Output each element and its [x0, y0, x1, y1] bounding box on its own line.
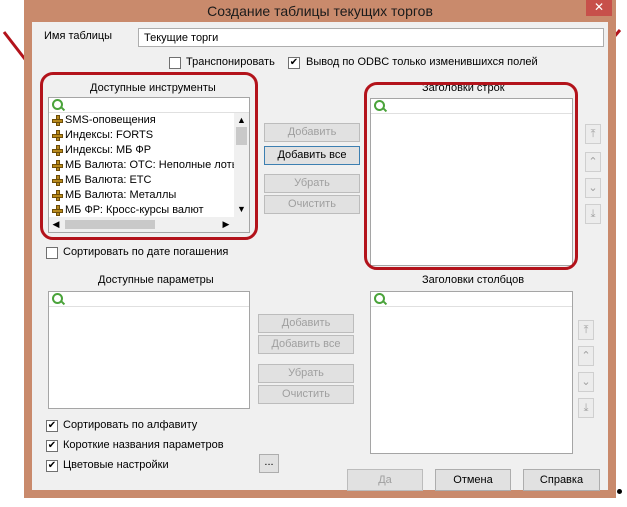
clear-instruments-button[interactable]: Очистить [264, 195, 360, 214]
color-settings-button[interactable]: ... [259, 454, 279, 473]
odbc-label: Вывод по ODBC только изменившихся полей [306, 56, 538, 68]
column-headers-search[interactable] [371, 292, 572, 307]
add-instrument-button[interactable]: Добавить [264, 123, 360, 142]
transpose-checkbox[interactable] [169, 57, 181, 69]
clear-parameters-button[interactable]: Очистить [258, 385, 354, 404]
bullet-dot [617, 489, 622, 494]
cancel-button[interactable]: Отмена [435, 469, 511, 491]
move-row-down-button[interactable]: ⌄ [585, 178, 601, 198]
remove-instrument-button[interactable]: Убрать [264, 174, 360, 193]
odbc-checkbox[interactable]: ✔ [288, 57, 300, 69]
sort-alpha-label: Сортировать по алфавиту [63, 419, 198, 431]
add-parameter-button[interactable]: Добавить [258, 314, 354, 333]
table-name-value: Текущие торги [144, 32, 219, 44]
add-all-parameters-button[interactable]: Добавить все [258, 335, 354, 354]
parameters-search[interactable] [49, 292, 249, 307]
add-all-instruments-button[interactable]: Добавить все [264, 146, 360, 165]
window-title: Создание таблицы текущих торгов [207, 3, 433, 19]
table-name-input[interactable]: Текущие торги [138, 28, 604, 47]
sort-alpha-checkbox[interactable]: ✔ [46, 420, 58, 432]
dialog-client-area: Имя таблицы Текущие торги Транспонироват… [32, 22, 608, 491]
move-row-up-button[interactable]: ⌃ [585, 152, 601, 172]
search-icon [52, 293, 63, 304]
sort-by-maturity-checkbox[interactable] [46, 247, 58, 259]
ok-button[interactable]: Да [347, 469, 423, 491]
move-column-down-button[interactable]: ⌄ [578, 372, 594, 392]
color-settings-label: Цветовые настройки [63, 459, 169, 471]
move-column-bottom-button[interactable]: ⤓ [578, 398, 594, 418]
move-row-top-button[interactable]: ⤒ [585, 124, 601, 144]
dialog-window: Создание таблицы текущих торгов ✕ Имя та… [24, 0, 616, 498]
remove-parameter-button[interactable]: Убрать [258, 364, 354, 383]
row-headers-highlight-frame [364, 82, 578, 270]
color-settings-checkbox[interactable]: ✔ [46, 460, 58, 472]
sort-by-maturity-label: Сортировать по дате погашения [63, 246, 229, 258]
table-name-label: Имя таблицы [44, 30, 113, 42]
move-column-top-button[interactable]: ⤒ [578, 320, 594, 340]
titlebar: Создание таблицы текущих торгов ✕ [24, 0, 616, 22]
close-button[interactable]: ✕ [586, 0, 612, 16]
search-icon [374, 293, 385, 304]
short-names-label: Короткие названия параметров [63, 439, 224, 451]
column-headers-list[interactable] [370, 291, 573, 454]
move-column-up-button[interactable]: ⌃ [578, 346, 594, 366]
transpose-label: Транспонировать [186, 56, 275, 68]
move-row-bottom-button[interactable]: ⤓ [585, 204, 601, 224]
help-button[interactable]: Справка [523, 469, 600, 491]
column-headers-label: Заголовки столбцов [422, 274, 525, 286]
parameters-list[interactable] [48, 291, 250, 409]
parameters-label: Доступные параметры [98, 274, 214, 286]
short-names-checkbox[interactable]: ✔ [46, 440, 58, 452]
instruments-highlight-frame [40, 72, 258, 240]
